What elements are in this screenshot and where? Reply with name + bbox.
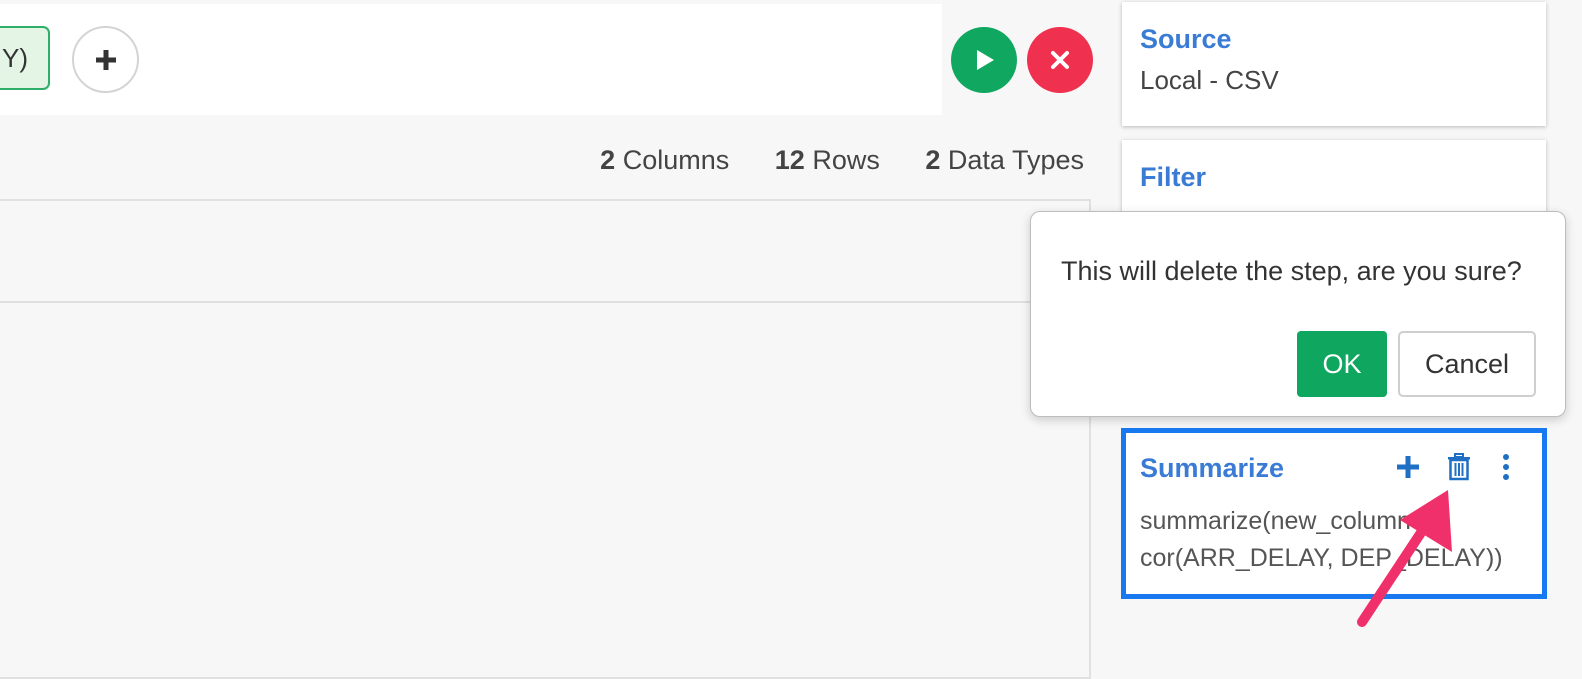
columns-count: 2 — [600, 145, 616, 175]
add-step-button[interactable] — [1392, 451, 1424, 483]
popover-message: This will delete the step, are you sure? — [1061, 256, 1522, 286]
types-label: Data Types — [947, 145, 1084, 175]
close-icon — [1051, 51, 1069, 69]
columns-label: Columns — [622, 145, 730, 175]
cancel-run-button[interactable] — [1027, 27, 1093, 93]
step-title[interactable]: Filter — [1140, 162, 1528, 193]
step-card-summarize[interactable]: Summarize summarize(new_column = cor(ARR… — [1121, 428, 1547, 599]
rows-label: Rows — [812, 145, 880, 175]
data-table-header — [0, 201, 1089, 303]
rows-stat: 12 Rows — [775, 145, 880, 175]
columns-stat: 2 Columns — [600, 145, 729, 175]
more-options-button[interactable] — [1490, 451, 1522, 483]
step-subtitle: Local - CSV — [1140, 65, 1279, 95]
play-icon — [977, 50, 994, 70]
add-command-button[interactable] — [72, 26, 139, 93]
data-summary-stats: 2 Columns 12 Rows 2 Data Types — [562, 145, 1084, 176]
rows-count: 12 — [774, 145, 805, 175]
step-title[interactable]: Summarize — [1140, 453, 1284, 484]
run-button[interactable] — [951, 27, 1017, 93]
data-table — [0, 199, 1091, 679]
kebab-icon — [1503, 454, 1509, 480]
annotation-arrow-icon — [1357, 490, 1452, 627]
command-bar — [0, 4, 942, 115]
plus-icon — [95, 49, 116, 70]
types-count: 2 — [925, 145, 941, 175]
cancel-button[interactable]: Cancel — [1398, 331, 1536, 397]
ok-button[interactable]: OK — [1297, 331, 1387, 397]
command-chip[interactable]: Y) — [0, 26, 50, 90]
trash-icon — [1448, 453, 1470, 481]
step-title[interactable]: Source — [1140, 24, 1528, 55]
step-card-source[interactable]: Source Local - CSV — [1122, 2, 1546, 126]
delete-confirm-popover: This will delete the step, are you sure?… — [1030, 211, 1566, 417]
delete-step-button[interactable] — [1443, 451, 1475, 483]
types-stat: 2 Data Types — [925, 145, 1084, 175]
plus-icon — [1397, 456, 1419, 478]
